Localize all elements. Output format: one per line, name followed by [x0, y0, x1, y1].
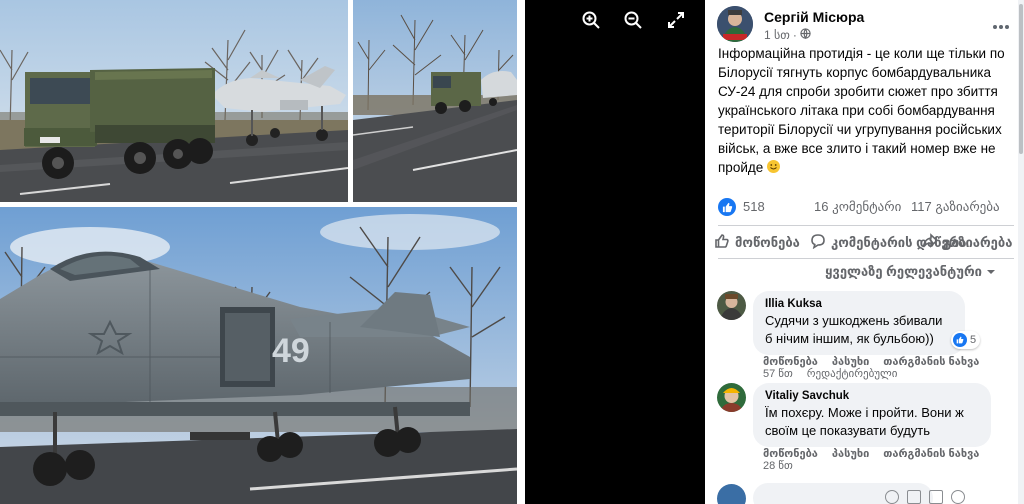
comment-bubble: Illia Kuksa Судячи з ушкоджень збивали б…: [753, 291, 965, 355]
camera-icon[interactable]: [907, 490, 921, 504]
composer-icons: [885, 490, 1005, 504]
reaction-count[interactable]: 518: [743, 199, 765, 214]
comment-translate-button[interactable]: თარგმანის ნახვა: [883, 447, 979, 460]
zoom-in-icon[interactable]: [577, 6, 605, 34]
comment-reactions[interactable]: 5: [951, 331, 981, 349]
comment-text-line: Судячи з ушкоджень збивали: [765, 313, 943, 328]
comment-item: Illia Kuksa Судячи з ушкоджень збивали б…: [717, 291, 1009, 381]
share-icon: [922, 233, 939, 252]
comment-text-line: Їм похєру. Може і пройти. Вони ж: [765, 405, 964, 420]
commenter-avatar[interactable]: [717, 383, 746, 412]
emoji-icon[interactable]: [885, 490, 899, 504]
post-text: Інформаційна протидія - це коли ще тільк…: [718, 44, 1008, 177]
post-stats: 518 16 კომენტარი 117 გაზიარება: [718, 196, 1014, 218]
author-avatar[interactable]: [717, 6, 753, 42]
comment-sort-dropdown[interactable]: ყველაზე რელევანტური: [825, 264, 996, 280]
more-options-icon[interactable]: [993, 16, 1009, 34]
share-button[interactable]: გაზიარება: [922, 233, 1012, 252]
like-reaction-icon: [953, 333, 967, 347]
divider: [718, 258, 1014, 259]
photo-viewer-strip: [525, 0, 705, 504]
divider: [718, 225, 1014, 226]
commenter-avatar[interactable]: [717, 291, 746, 320]
photo-jet-closeup[interactable]: 49: [0, 207, 517, 504]
comment-text-line: б нічим іншим, як бульбою)): [765, 331, 934, 346]
share-count[interactable]: 117 გაზიარება: [911, 199, 1000, 215]
sticker-icon[interactable]: [951, 490, 965, 504]
comment-reaction-count: 5: [970, 334, 977, 346]
comment-meta: 57 წთ რედაქტირებული: [763, 367, 897, 380]
like-label: მოწონება: [735, 234, 800, 250]
commenter-name[interactable]: Vitaliy Savchuk: [765, 389, 979, 404]
thumbs-up-icon: [714, 233, 730, 252]
scrollbar[interactable]: [1018, 0, 1024, 504]
author-name[interactable]: Сергій Місюра: [764, 9, 864, 25]
post-panel: Сергій Місюра 1 სთ · Інформаційна протид…: [705, 0, 1024, 504]
like-reaction-icon: [718, 198, 736, 216]
post-time[interactable]: 1 სთ: [764, 28, 790, 42]
comment-actions: მოწონება პასუხი თარგმანის ნახვა: [763, 447, 979, 460]
comment-edited: რედაქტირებული: [806, 368, 898, 380]
like-button[interactable]: მოწონება: [714, 233, 800, 252]
photo-truck-towing-jet[interactable]: [0, 0, 348, 202]
chevron-down-icon: [986, 265, 996, 280]
comment-icon: [810, 233, 826, 252]
commenter-avatar[interactable]: [717, 484, 746, 504]
post-meta: 1 სთ ·: [764, 28, 811, 42]
comment-time[interactable]: 28 წთ: [763, 459, 793, 472]
globe-icon: [800, 28, 811, 42]
expand-icon[interactable]: [662, 6, 690, 34]
zoom-out-icon[interactable]: [619, 6, 647, 34]
comment-item: Vitaliy Savchuk Їм похєру. Може і пройти…: [717, 383, 1009, 473]
comment-bubble: Vitaliy Savchuk Їм похєру. Може і пройти…: [753, 383, 991, 447]
comment-reply-button[interactable]: პასუხი: [832, 447, 869, 460]
share-label: გაზიარება: [943, 234, 1013, 250]
comment-count[interactable]: 16 კომენტარი: [814, 199, 901, 215]
smile-emoji-icon: [767, 160, 781, 173]
tail-number: 49: [272, 332, 310, 370]
post-body: Інформаційна протидія - це коли ще тільк…: [718, 46, 1005, 175]
comment-meta: 28 წთ: [763, 459, 793, 472]
scrollbar-thumb[interactable]: [1019, 4, 1023, 154]
post-header: Сергій Місюра 1 სთ ·: [717, 6, 1017, 42]
comment-translate-button[interactable]: თარგმანის ნახვა: [883, 355, 979, 368]
photo-highway-distant[interactable]: [353, 0, 517, 202]
commenter-name[interactable]: Illia Kuksa: [765, 297, 953, 312]
comment-text-line: своїм це показувати будуть: [765, 423, 931, 438]
dot-separator: ·: [792, 28, 797, 42]
sort-label: ყველაზე რელევანტური: [825, 264, 982, 279]
gif-icon[interactable]: [929, 490, 943, 504]
post-actions: მოწონება კომენტარის დაწერა გაზიარება: [714, 230, 1014, 256]
comment-time[interactable]: 57 წთ: [763, 367, 793, 380]
photo-collage: 49: [0, 0, 525, 504]
